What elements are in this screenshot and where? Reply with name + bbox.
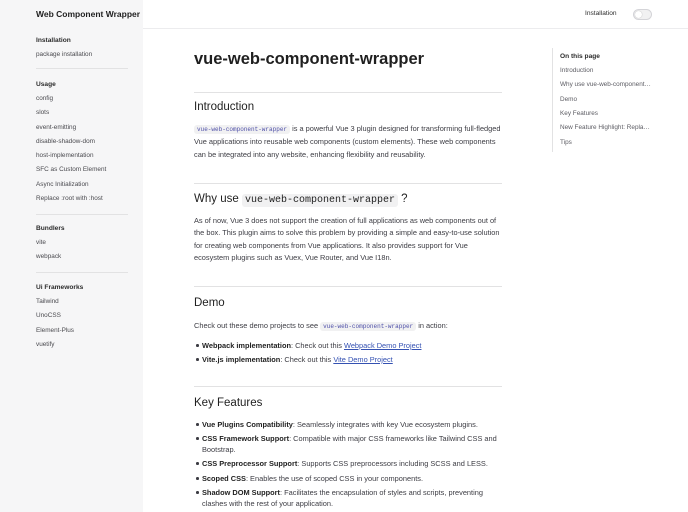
bullet-icon <box>196 437 199 440</box>
site-title[interactable]: Web Component Wrapper <box>36 9 140 19</box>
sidebar-item-unocss[interactable]: UnoCSS <box>36 309 128 323</box>
sidebar-item-replace-root-host[interactable]: Replace :root with :host <box>36 192 128 206</box>
demo-item-text: : Check out this <box>280 355 334 364</box>
nav-link-installation[interactable]: Installation <box>585 10 617 17</box>
vite-demo-link[interactable]: Vite Demo Project <box>333 355 392 364</box>
sidebar-item-config[interactable]: config <box>36 92 128 106</box>
outline-item-tips[interactable]: Tips <box>560 139 652 146</box>
heading-why-prefix: Why use <box>194 193 242 205</box>
inline-code: vue-web-component-wrapper <box>194 125 291 134</box>
feature-text: : Supports CSS preprocessors including S… <box>297 459 488 468</box>
bullet-icon <box>196 358 199 361</box>
heading-why-code: vue-web-component-wrapper <box>241 194 398 207</box>
bullet-icon <box>196 477 199 480</box>
sidebar-group-ui-frameworks: Ui Frameworks Tailwind UnoCSS Element-Pl… <box>36 281 128 352</box>
heading-why-use: Why use vue-web-component-wrapper ? <box>194 193 408 207</box>
feature-bold: Vue Plugins Compatibility <box>202 420 293 429</box>
bullet-icon <box>196 344 199 347</box>
bullet-icon <box>196 491 199 494</box>
demo-item-text: : Check out this <box>290 341 344 350</box>
feature-bold: Shadow DOM Support <box>202 488 281 497</box>
sidebar-item-webpack[interactable]: webpack <box>36 250 128 264</box>
sidebar-group-title[interactable]: Usage <box>36 78 128 92</box>
outline-item-demo[interactable]: Demo <box>560 96 652 103</box>
sidebar: Web Component Wrapper Installation packa… <box>0 0 143 512</box>
feature-text: : Seamlessly integrates with key Vue eco… <box>292 420 478 429</box>
sidebar-item-element-plus[interactable]: Element-Plus <box>36 324 128 338</box>
feature-bold: Scoped CSS <box>202 474 246 483</box>
feature-item: Shadow DOM Support: Facilitates the enca… <box>196 487 502 509</box>
section-divider <box>194 92 502 93</box>
heading-demo: Demo <box>194 297 225 309</box>
heading-key-features: Key Features <box>194 397 263 409</box>
sidebar-item-package-installation[interactable]: package installation <box>36 48 128 62</box>
sidebar-group-installation: Installation package installation <box>36 34 128 62</box>
sidebar-group-bundlers: Bundlers vite webpack <box>36 222 128 265</box>
bullet-icon <box>196 423 199 426</box>
feature-bold: CSS Framework Support <box>202 434 290 443</box>
sidebar-group-title[interactable]: Ui Frameworks <box>36 281 128 295</box>
why-paragraph: As of now, Vue 3 does not support the cr… <box>194 216 500 262</box>
sidebar-item-disable-shadow-dom[interactable]: disable-shadow-dom <box>36 135 128 149</box>
feature-item: CSS Framework Support: Compatible with m… <box>196 433 502 455</box>
sidebar-group-title[interactable]: Bundlers <box>36 222 128 236</box>
demo-item-vite: Vite.js implementation: Check out this V… <box>196 354 502 365</box>
demo-item-webpack: Webpack implementation: Check out this W… <box>196 340 502 351</box>
toggle-knob-icon <box>635 11 642 18</box>
section-divider <box>194 286 502 287</box>
sidebar-item-slots[interactable]: slots <box>36 106 128 120</box>
sidebar-item-vite[interactable]: vite <box>36 236 128 250</box>
outline-item-introduction[interactable]: Introduction <box>560 67 652 74</box>
sidebar-group-usage: Usage config slots event-emitting disabl… <box>36 78 128 206</box>
demo-intro-prefix: Check out these demo projects to see <box>194 321 321 330</box>
demo-item-bold: Webpack implementation <box>202 341 291 350</box>
demo-intro: Check out these demo projects to see vue… <box>194 320 502 333</box>
sidebar-item-vuetify[interactable]: vuetify <box>36 338 128 352</box>
sidebar-divider <box>36 68 128 69</box>
sidebar-item-host-implementation[interactable]: host-implementation <box>36 149 128 163</box>
sidebar-divider <box>36 272 128 273</box>
top-nav: Installation <box>143 0 688 29</box>
demo-intro-suffix: in action: <box>416 321 448 330</box>
outline-item-key-features[interactable]: Key Features <box>560 110 652 117</box>
heading-introduction: Introduction <box>194 101 255 113</box>
section-divider <box>194 183 502 184</box>
feature-bold: CSS Preprocessor Support <box>202 459 298 468</box>
sidebar-item-sfc-custom-element[interactable]: SFC as Custom Element <box>36 163 128 177</box>
sidebar-item-tailwind[interactable]: Tailwind <box>36 295 128 309</box>
sidebar-divider <box>36 214 128 215</box>
inline-code: vue-web-component-wrapper <box>320 322 417 331</box>
intro-paragraph: vue-web-component-wrapper is a powerful … <box>194 123 502 161</box>
outline-item-why-use[interactable]: Why use vue-web-component-wrapper? <box>560 81 652 88</box>
sidebar-group-title[interactable]: Installation <box>36 34 128 48</box>
feature-item: Vue Plugins Compatibility: Seamlessly in… <box>196 419 502 430</box>
webpack-demo-link[interactable]: Webpack Demo Project <box>344 341 422 350</box>
feature-item: CSS Preprocessor Support: Supports CSS p… <box>196 458 502 469</box>
feature-item: Scoped CSS: Enables the use of scoped CS… <box>196 473 502 484</box>
section-divider <box>194 386 502 387</box>
outline-item-new-feature[interactable]: New Feature Highlight: Replace :root wit… <box>560 124 652 131</box>
theme-toggle-switch[interactable] <box>633 9 652 20</box>
bullet-icon <box>196 462 199 465</box>
outline: On this page Introduction Why use vue-we… <box>552 48 652 152</box>
demo-item-bold: Vite.js implementation <box>202 355 281 364</box>
sidebar-item-event-emitting[interactable]: event-emitting <box>36 121 128 135</box>
outline-title: On this page <box>560 53 600 60</box>
heading-why-suffix: ? <box>397 193 408 205</box>
page-title: vue-web-component-wrapper <box>194 50 425 68</box>
feature-text: : Enables the use of scoped CSS in your … <box>245 474 424 483</box>
sidebar-item-async-initialization[interactable]: Async Initialization <box>36 178 128 192</box>
